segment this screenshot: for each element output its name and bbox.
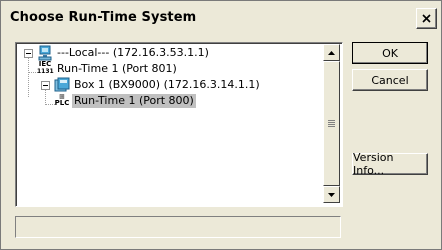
iec-runtime-icon: IEC 1131 (37, 60, 54, 76)
tree-connector (28, 57, 29, 97)
scroll-thumb[interactable] (323, 61, 340, 186)
title-bar: Choose Run-Time System (1, 1, 441, 35)
close-icon (422, 14, 431, 23)
box-device-icon (54, 77, 70, 92)
ok-button[interactable]: OK (352, 42, 428, 64)
choose-runtime-dialog: Choose Run-Time System ---Local--- (172.… (0, 0, 442, 250)
collapse-toggle-box1[interactable] (41, 81, 50, 90)
tree-connector (45, 89, 46, 103)
runtime-tree[interactable]: ---Local--- (172.16.3.53.1.1) IEC 1131 R… (15, 42, 343, 207)
arrow-down-icon (328, 192, 335, 197)
scroll-down-button[interactable] (323, 186, 340, 203)
close-button[interactable] (416, 8, 437, 29)
tree-node-runtime-801[interactable]: Run-Time 1 (Port 801) (55, 61, 179, 77)
tree-node-box1[interactable]: Box 1 (BX9000) (172.16.3.14.1.1) (72, 77, 262, 93)
tree-vertical-scrollbar[interactable] (323, 44, 340, 203)
plc-runtime-icon: ▩ PLC (54, 93, 70, 107)
tree-node-local[interactable]: ---Local--- (172.16.3.53.1.1) (55, 45, 211, 61)
arrow-up-icon (328, 50, 335, 55)
version-info-button[interactable]: Version Info... (352, 151, 428, 177)
computer-icon (38, 45, 52, 61)
scroll-up-button[interactable] (323, 44, 340, 61)
collapse-toggle-local[interactable] (24, 49, 33, 58)
status-field (15, 216, 341, 238)
cancel-button[interactable]: Cancel (352, 69, 428, 91)
tree-node-runtime-800[interactable]: Run-Time 1 (Port 800) (72, 93, 196, 109)
dialog-title: Choose Run-Time System (10, 10, 197, 25)
